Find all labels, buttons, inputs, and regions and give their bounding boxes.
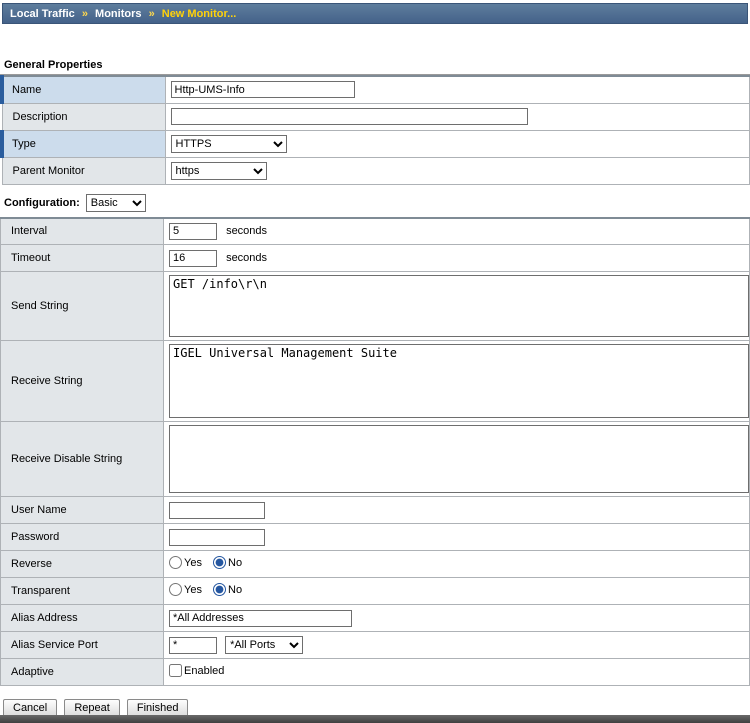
parent-monitor-row: Parent Monitor https <box>2 157 750 184</box>
type-label: Type <box>2 130 165 157</box>
receive-disable-string-row: Receive Disable String <box>1 422 750 497</box>
adaptive-label: Adaptive <box>1 659 164 686</box>
name-label: Name <box>2 76 165 103</box>
type-row: Type HTTPS <box>2 130 750 157</box>
adaptive-enabled-option: Enabled <box>169 664 224 677</box>
alias-service-port-select[interactable]: *All Ports <box>225 636 303 654</box>
interval-row: Interval seconds <box>1 218 750 245</box>
name-input[interactable] <box>171 81 355 98</box>
receive-disable-string-label: Receive Disable String <box>1 422 164 497</box>
reverse-yes-option: Yes <box>169 556 202 569</box>
transparent-no-label: No <box>228 584 242 596</box>
timeout-row: Timeout seconds <box>1 245 750 272</box>
password-label: Password <box>1 524 164 551</box>
send-string-textarea[interactable]: GET /info\r\n <box>169 275 749 337</box>
breadcrumb-separator-icon: » <box>149 8 155 20</box>
password-input[interactable] <box>169 529 265 546</box>
alias-address-label: Alias Address <box>1 605 164 632</box>
reverse-yes-label: Yes <box>184 557 202 569</box>
password-row: Password <box>1 524 750 551</box>
configuration-selector-row: Configuration: Basic <box>4 194 750 212</box>
alias-service-port-input[interactable] <box>169 637 217 654</box>
user-name-row: User Name <box>1 497 750 524</box>
transparent-no-radio[interactable] <box>213 583 226 596</box>
configuration-label: Configuration: <box>4 197 80 209</box>
transparent-yes-label: Yes <box>184 584 202 596</box>
adaptive-enabled-checkbox[interactable] <box>169 664 182 677</box>
send-string-label: Send String <box>1 272 164 341</box>
interval-input[interactable] <box>169 223 217 240</box>
description-row: Description <box>2 103 750 130</box>
reverse-label: Reverse <box>1 551 164 578</box>
transparent-yes-radio[interactable] <box>169 583 182 596</box>
alias-service-port-label: Alias Service Port <box>1 632 164 659</box>
general-properties-title: General Properties <box>0 57 750 75</box>
receive-string-row: Receive String IGEL Universal Management… <box>1 341 750 422</box>
interval-unit: seconds <box>226 225 267 237</box>
reverse-no-radio[interactable] <box>213 556 226 569</box>
transparent-label: Transparent <box>1 578 164 605</box>
transparent-yes-option: Yes <box>169 583 202 596</box>
adaptive-row: Adaptive Enabled <box>1 659 750 686</box>
timeout-unit: seconds <box>226 252 267 264</box>
reverse-row: Reverse Yes No <box>1 551 750 578</box>
alias-address-row: Alias Address <box>1 605 750 632</box>
breadcrumb-separator-icon: » <box>82 8 88 20</box>
alias-service-port-row: Alias Service Port *All Ports <box>1 632 750 659</box>
user-name-input[interactable] <box>169 502 265 519</box>
parent-monitor-label: Parent Monitor <box>2 157 165 184</box>
receive-disable-string-textarea[interactable] <box>169 425 749 493</box>
user-name-label: User Name <box>1 497 164 524</box>
name-row: Name <box>2 76 750 103</box>
breadcrumb-monitors[interactable]: Monitors <box>95 8 141 20</box>
breadcrumb: Local Traffic » Monitors » New Monitor..… <box>2 3 748 24</box>
alias-address-input[interactable] <box>169 610 352 627</box>
receive-string-textarea[interactable]: IGEL Universal Management Suite <box>169 344 749 418</box>
send-string-row: Send String GET /info\r\n <box>1 272 750 341</box>
type-select[interactable]: HTTPS <box>171 135 287 153</box>
new-monitor-page: Local Traffic » Monitors » New Monitor..… <box>0 0 750 723</box>
transparent-no-option: No <box>213 583 242 596</box>
breadcrumb-local-traffic[interactable]: Local Traffic <box>10 8 75 20</box>
footer-bar <box>0 715 750 723</box>
adaptive-enabled-label: Enabled <box>184 665 224 677</box>
reverse-yes-radio[interactable] <box>169 556 182 569</box>
description-label: Description <box>2 103 165 130</box>
timeout-label: Timeout <box>1 245 164 272</box>
reverse-no-option: No <box>213 556 242 569</box>
reverse-no-label: No <box>228 557 242 569</box>
general-properties-table: Name Description Type HTTPS Parent Monit… <box>0 75 750 185</box>
configuration-table: Interval seconds Timeout seconds Send St… <box>0 217 750 687</box>
parent-monitor-select[interactable]: https <box>171 162 267 180</box>
description-input[interactable] <box>171 108 528 125</box>
receive-string-label: Receive String <box>1 341 164 422</box>
interval-label: Interval <box>1 218 164 245</box>
timeout-input[interactable] <box>169 250 217 267</box>
transparent-row: Transparent Yes No <box>1 578 750 605</box>
configuration-level-select[interactable]: Basic <box>86 194 146 212</box>
breadcrumb-current: New Monitor... <box>162 8 237 20</box>
